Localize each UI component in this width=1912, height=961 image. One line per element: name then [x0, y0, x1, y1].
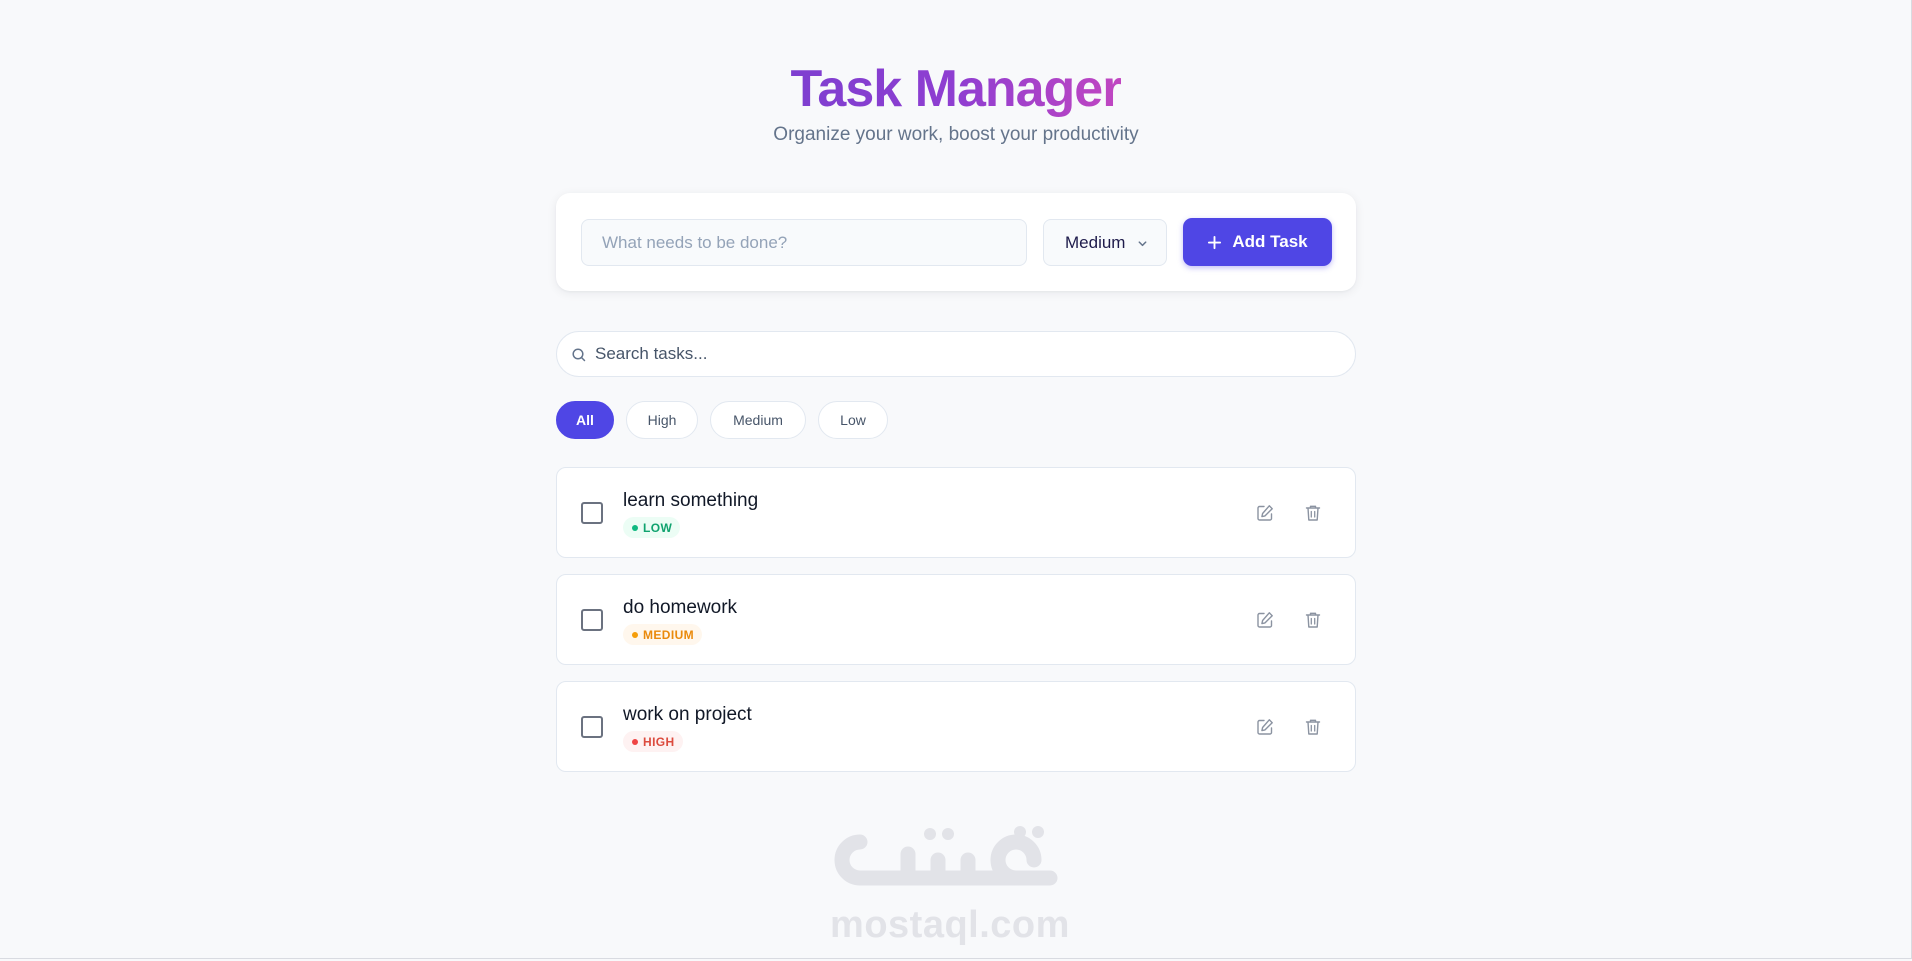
priority-badge: MEDIUM	[623, 624, 703, 645]
search-box	[556, 331, 1356, 377]
filter-label: Medium	[733, 412, 783, 428]
priority-dot	[632, 524, 638, 531]
new-task-input[interactable]	[581, 219, 1027, 266]
filter-label: High	[647, 412, 677, 428]
priority-filters: All High Medium Low	[556, 401, 888, 439]
search-input[interactable]	[595, 332, 1335, 376]
priority-dot	[632, 738, 638, 745]
priority-badge: LOW	[623, 517, 681, 538]
edit-icon[interactable]	[1255, 503, 1275, 523]
filter-low-button[interactable]: Low	[818, 401, 888, 439]
priority-dot	[632, 631, 638, 638]
trash-icon[interactable]	[1303, 610, 1323, 630]
chevron-down-icon	[1138, 241, 1147, 247]
task-name: do homework	[623, 597, 738, 618]
filter-high-button[interactable]: High	[626, 401, 698, 439]
task-checkbox[interactable]	[581, 716, 603, 738]
priority-badge-label: MEDIUM	[643, 627, 695, 642]
filter-all-button[interactable]: All	[556, 401, 614, 439]
mostaql-logo	[834, 826, 1058, 886]
filter-medium-button[interactable]: Medium	[710, 401, 806, 439]
add-task-card: Medium Add Task	[556, 193, 1356, 291]
task-checkbox[interactable]	[581, 609, 603, 631]
priority-select-value: Medium	[1065, 232, 1126, 252]
task-item: do homework MEDIUM	[556, 574, 1356, 665]
filter-label: Low	[840, 412, 866, 428]
task-name: learn something	[623, 490, 759, 511]
search-icon	[572, 348, 586, 362]
priority-select[interactable]: Medium	[1043, 219, 1167, 266]
task-name: work on project	[623, 704, 752, 725]
page-header: Task Manager Organize your work, boost y…	[0, 58, 1912, 147]
plus-icon	[1208, 235, 1222, 249]
filter-label: All	[576, 412, 594, 428]
trash-icon[interactable]	[1303, 717, 1323, 737]
page-subtitle: Organize your work, boost your productiv…	[773, 124, 1139, 145]
watermark-text: mostaql.com	[830, 904, 1070, 946]
mostaql-watermark: mostaql.com	[820, 820, 1080, 950]
task-checkbox[interactable]	[581, 502, 603, 524]
trash-icon[interactable]	[1303, 503, 1323, 523]
add-task-button-label: Add Task	[1232, 232, 1308, 251]
priority-badge-label: HIGH	[643, 734, 675, 749]
edit-icon[interactable]	[1255, 610, 1275, 630]
add-task-button[interactable]: Add Task	[1183, 218, 1332, 266]
priority-badge: HIGH	[623, 731, 683, 752]
task-item: learn something LOW	[556, 467, 1356, 558]
priority-badge-label: LOW	[643, 520, 673, 535]
page-title: Task Manager	[790, 60, 1123, 118]
app-window: Task Manager Organize your work, boost y…	[0, 0, 1912, 959]
task-item: work on project HIGH	[556, 681, 1356, 772]
edit-icon[interactable]	[1255, 717, 1275, 737]
